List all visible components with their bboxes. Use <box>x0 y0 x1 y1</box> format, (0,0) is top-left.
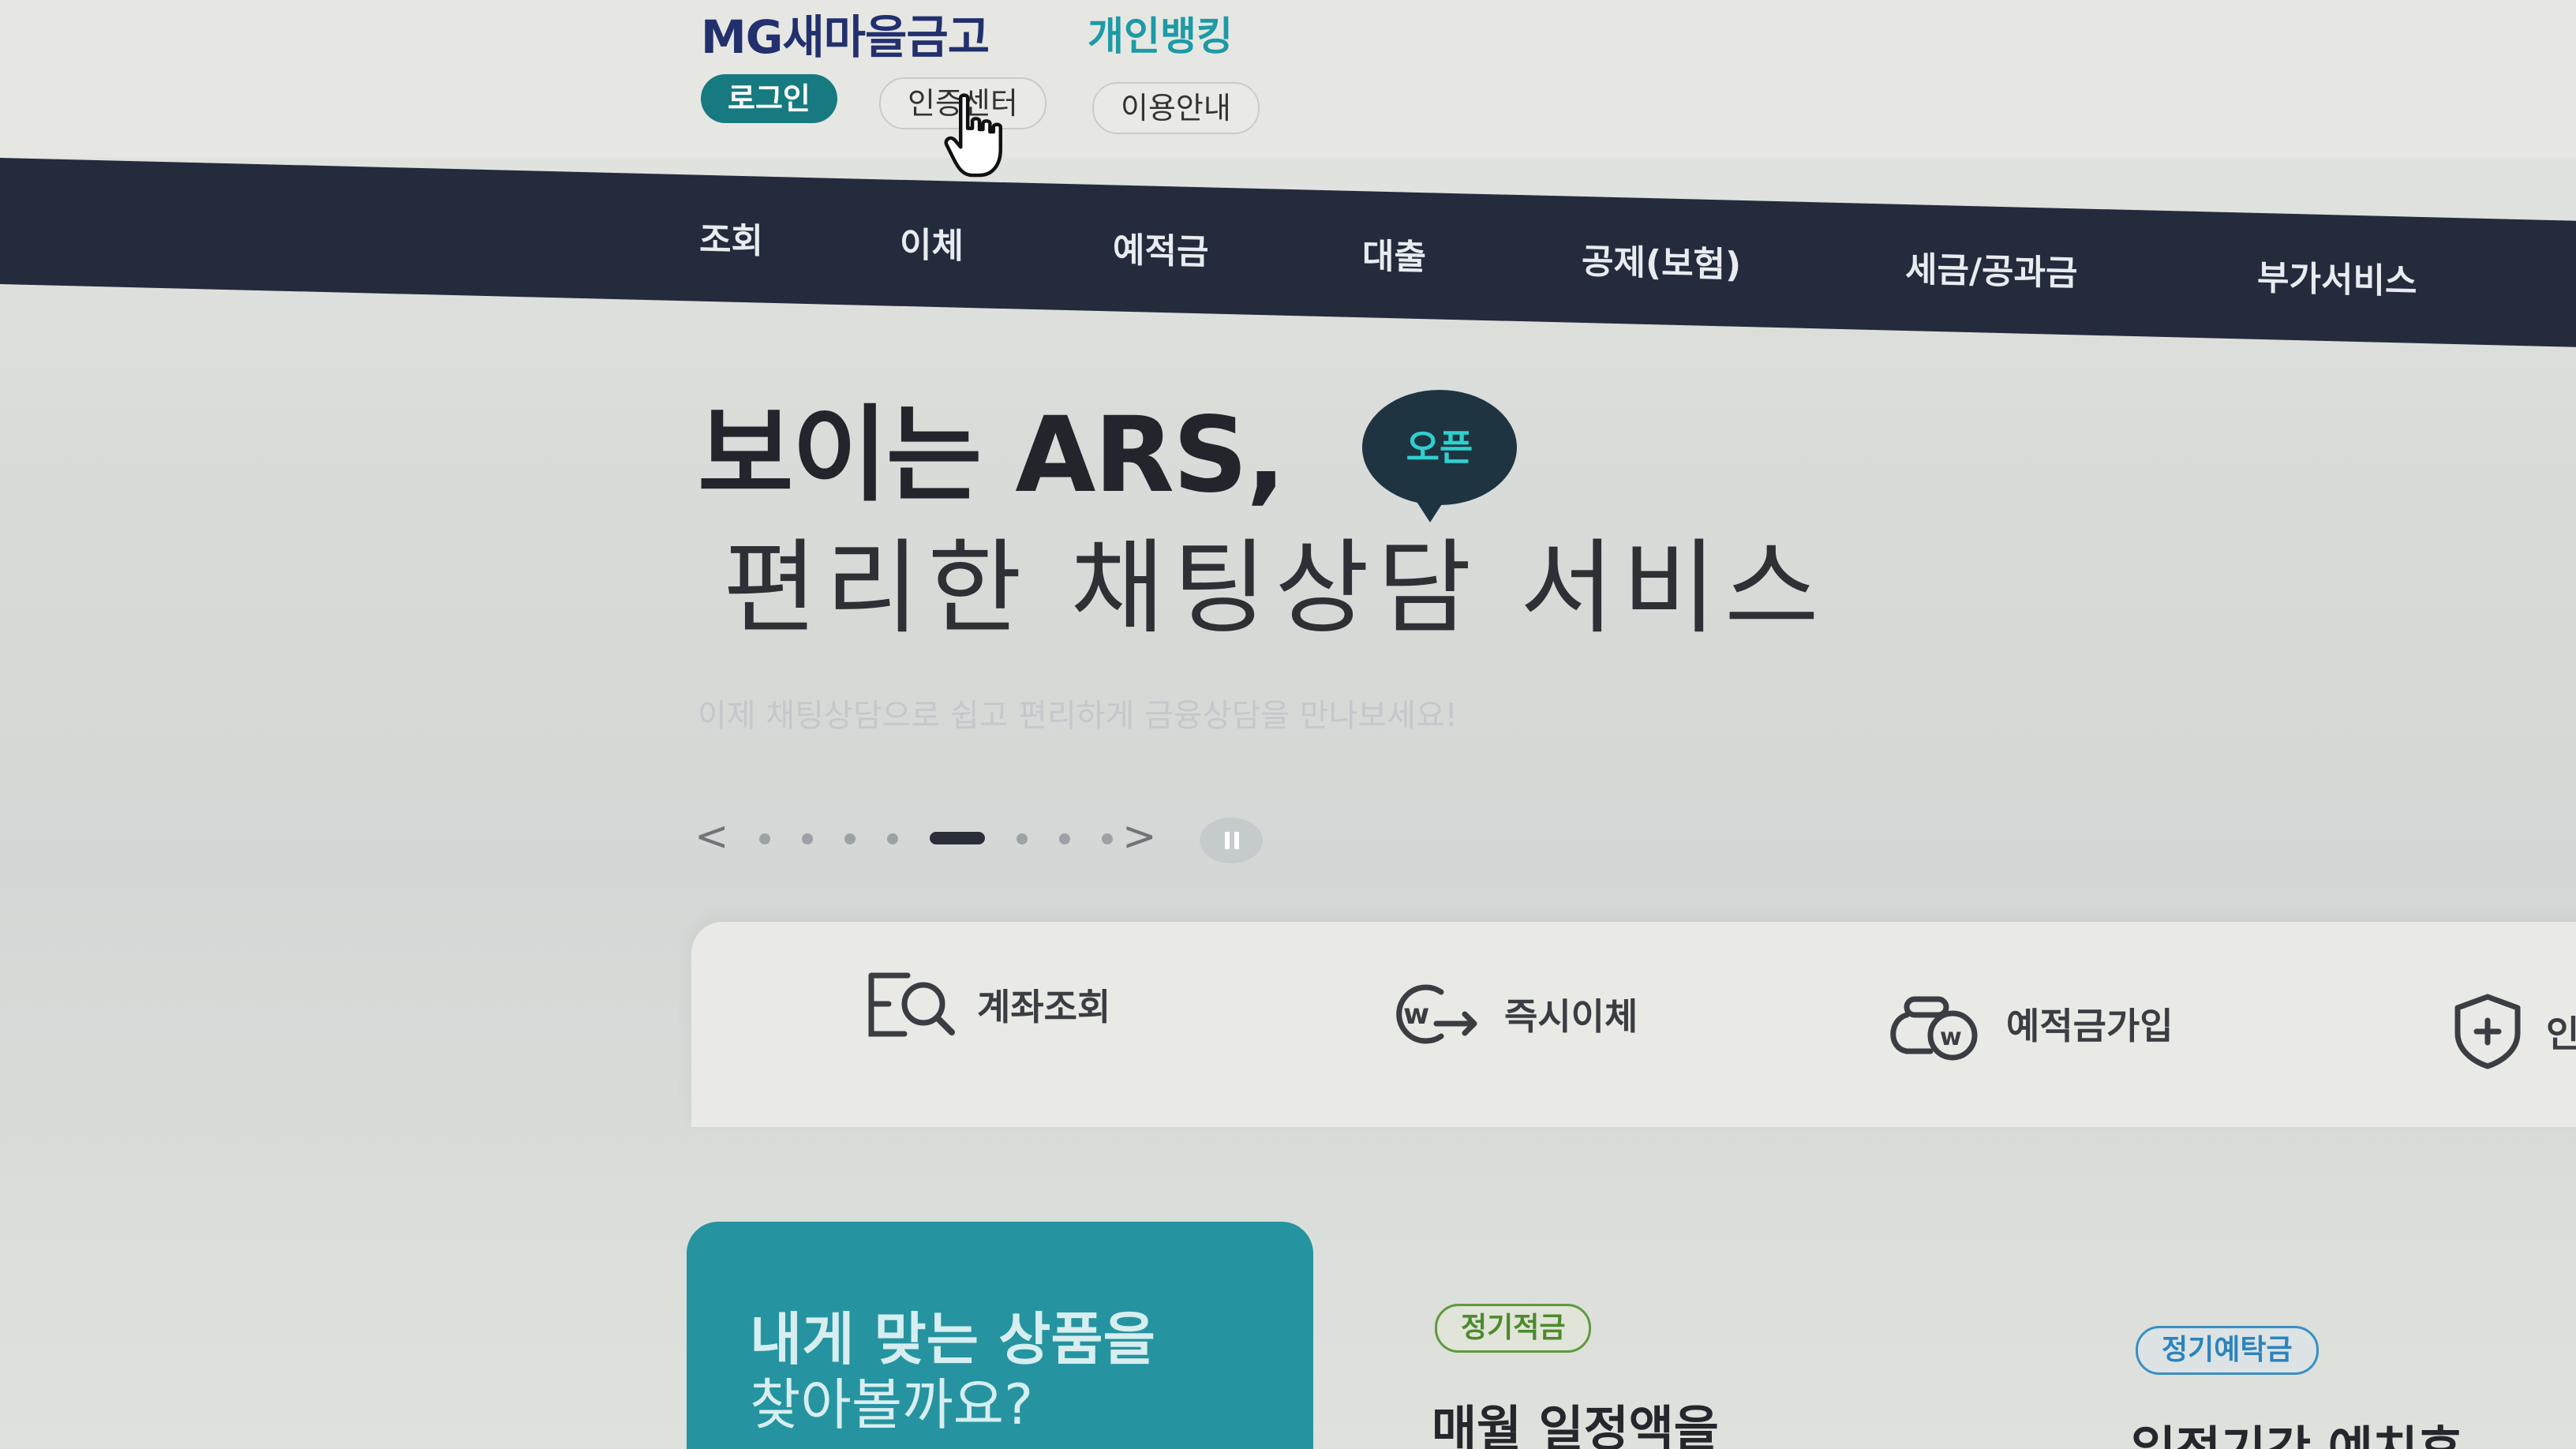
hero-title: 보이는 ARS, <box>698 395 1286 516</box>
slider-dot[interactable] <box>759 833 770 844</box>
nav-item-tax[interactable]: 세금/공과금 <box>1905 241 2077 295</box>
slider-controls: < > <box>691 813 1291 868</box>
shield-plus-icon <box>2454 994 2521 1069</box>
slider-pause-button[interactable] <box>1200 818 1263 863</box>
slider-dot[interactable] <box>844 833 856 844</box>
product-tag-deposit: 정기예탁금 <box>2136 1326 2319 1375</box>
slider-dot[interactable] <box>1059 833 1070 844</box>
slider-dot[interactable] <box>887 833 898 844</box>
login-button[interactable]: 로그인 <box>701 74 837 123</box>
nav-item-extra-services[interactable]: 부가서비스 <box>2257 249 2417 304</box>
product-finder-subtitle: 찾아볼까요? <box>750 1372 1034 1437</box>
svg-text:w: w <box>1403 998 1429 1031</box>
quick-savings-join[interactable]: w 예적금가입 <box>1883 980 2174 1067</box>
quick-label: 즉시이체 <box>1504 995 1638 1038</box>
section-title[interactable]: 개인뱅킹 <box>1088 5 1233 62</box>
nav-item-deposit[interactable]: 예적금 <box>1113 221 1208 274</box>
slider-prev-button[interactable]: < <box>695 813 729 860</box>
hero-subtitle: 편리한 채팅상담 서비스 <box>723 528 1827 648</box>
open-badge: 오픈 <box>1362 390 1517 522</box>
hand-cursor-icon <box>944 93 1002 178</box>
quick-instant-transfer[interactable]: w 즉시이체 <box>1386 971 1638 1058</box>
instant-transfer-icon: w <box>1396 984 1477 1044</box>
top-header: MG새마을금고 개인뱅킹 로그인 인증센터 이용안내 <box>0 0 2576 178</box>
main-navigation: 조회 이체 예적금 대출 공제(보험) 세금/공과금 부가서비스 <box>0 158 2576 347</box>
nav-item-transfer[interactable]: 이체 <box>900 216 964 268</box>
product-tag-installment: 정기적금 <box>1435 1304 1592 1353</box>
slider-dot[interactable] <box>1102 833 1113 844</box>
quick-certificate[interactable]: 인 <box>2450 988 2576 1075</box>
slider-dot[interactable] <box>1017 833 1028 844</box>
quick-label: 계좌조회 <box>977 986 1111 1028</box>
quick-label: 인 <box>2546 1013 2576 1055</box>
slider-dot[interactable] <box>802 833 813 844</box>
guide-button[interactable]: 이용안내 <box>1092 82 1260 134</box>
svg-text:w: w <box>1940 1024 1962 1051</box>
nav-item-loan[interactable]: 대출 <box>1362 227 1426 279</box>
quick-account-inquiry[interactable]: 계좌조회 <box>865 961 1110 1048</box>
product-finder-card[interactable]: 내게 맞는 상품을 찾아볼까요? <box>687 1222 1313 1449</box>
account-search-icon <box>868 972 955 1037</box>
quick-label: 예적금가입 <box>2006 1005 2174 1047</box>
nav-item-inquiry[interactable]: 조회 <box>699 212 763 264</box>
savings-join-icon: w <box>1890 996 1978 1061</box>
quick-menu: 계좌조회 w 즉시이체 w 예적금가입 인 <box>691 922 2576 1127</box>
brand-logo[interactable]: MG새마을금고 <box>701 0 990 66</box>
nav-item-insurance[interactable]: 공제(보험) <box>1582 233 1741 287</box>
slider-dot-active[interactable] <box>930 832 985 844</box>
product-title-installment[interactable]: 매월 일정액을 <box>1432 1389 1719 1449</box>
product-title-deposit[interactable]: 일정기간 예치후 <box>2131 1410 2463 1449</box>
hero-description: 이제 채팅상담으로 쉽고 편리하게 금융상담을 만나보세요! <box>698 698 1458 734</box>
screen: MG새마을금고 개인뱅킹 로그인 인증센터 이용안내 조회 이체 예적금 대출 … <box>0 0 2576 1449</box>
slider-next-button[interactable]: > <box>1122 813 1157 860</box>
